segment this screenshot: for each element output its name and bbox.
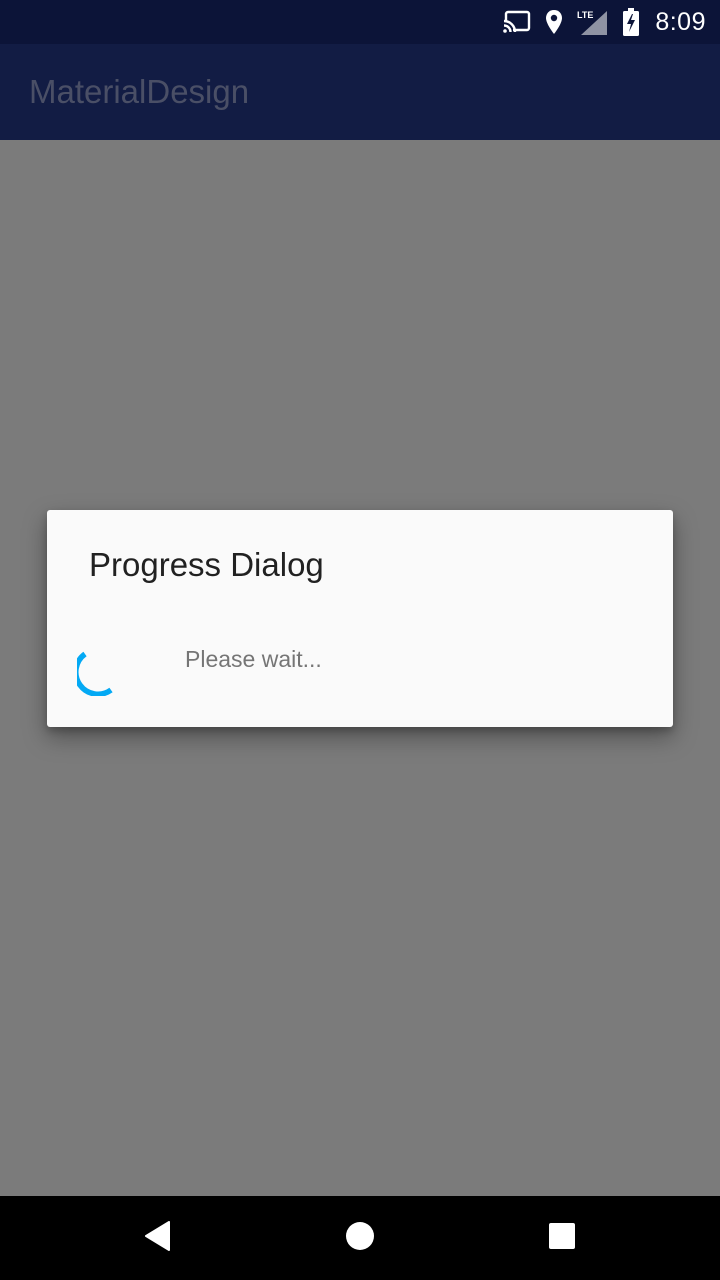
dialog-message: Please wait...	[185, 646, 322, 672]
battery-charging-icon	[623, 8, 640, 36]
progress-dialog: Progress Dialog Please wait...	[47, 510, 673, 727]
status-bar: LTE 8:09	[0, 0, 720, 44]
home-icon	[345, 1221, 375, 1256]
navigation-bar	[0, 1196, 720, 1280]
home-button[interactable]	[312, 1196, 408, 1280]
app-bar: MaterialDesign	[0, 44, 720, 140]
lte-signal-icon: LTE	[577, 9, 609, 35]
back-button[interactable]	[110, 1196, 206, 1280]
recents-button[interactable]	[514, 1196, 610, 1280]
svg-text:LTE: LTE	[577, 10, 593, 20]
progress-spinner-icon	[73, 644, 129, 697]
app-title: MaterialDesign	[29, 73, 250, 110]
location-pin-icon	[545, 9, 563, 35]
screen: LTE 8:09 MaterialDesign Progress Dialog …	[0, 0, 720, 1280]
status-time: 8:09	[655, 7, 706, 36]
recents-icon	[548, 1222, 576, 1255]
dialog-title: Progress Dialog	[89, 546, 324, 583]
cast-icon	[503, 10, 531, 34]
back-icon	[144, 1220, 172, 1256]
